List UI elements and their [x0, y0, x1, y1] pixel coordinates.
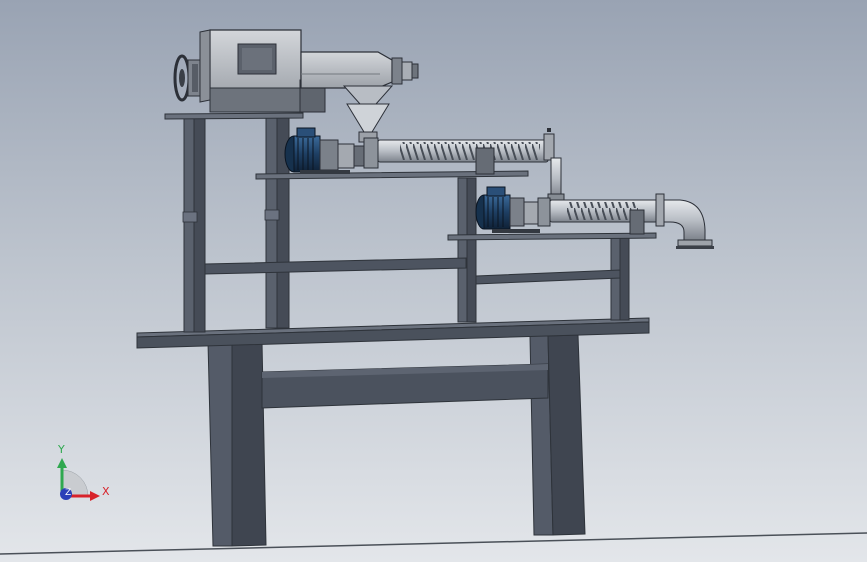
ground-line — [0, 532, 867, 555]
lower-screw-conveyor — [537, 193, 665, 235]
lower-motor — [475, 186, 540, 233]
post-6 — [466, 177, 477, 323]
feed-barrel — [300, 51, 393, 89]
support-frame — [136, 112, 657, 547]
post-1 — [183, 117, 195, 333]
coordinate-triad — [57, 458, 100, 501]
outlet-elbow — [663, 199, 714, 249]
brace-lower — [475, 269, 621, 285]
hopper-cone — [346, 103, 390, 133]
assembly-scene — [0, 29, 867, 555]
feed-screw-conveyor — [173, 29, 419, 143]
lower-leg-right-inner — [547, 334, 586, 536]
cad-viewport[interactable]: Y X Z — [0, 0, 867, 562]
upper-motor — [284, 127, 365, 174]
post-2 — [193, 117, 206, 333]
post-8 — [619, 235, 630, 321]
x-axis-arrow — [90, 491, 100, 501]
post-5 — [457, 177, 468, 323]
y-axis-label: Y — [58, 443, 65, 456]
post-3 — [265, 117, 278, 329]
drop-pipe — [550, 157, 562, 199]
lower-leg-left-inner — [231, 341, 267, 547]
shelf-top — [164, 112, 304, 120]
lower-leg-left-outer — [207, 341, 233, 547]
y-axis-arrow — [57, 458, 67, 468]
brace-upper — [204, 257, 467, 275]
z-axis-label: Z — [65, 488, 72, 498]
hopper — [342, 85, 394, 105]
x-axis-label: X — [102, 485, 110, 498]
